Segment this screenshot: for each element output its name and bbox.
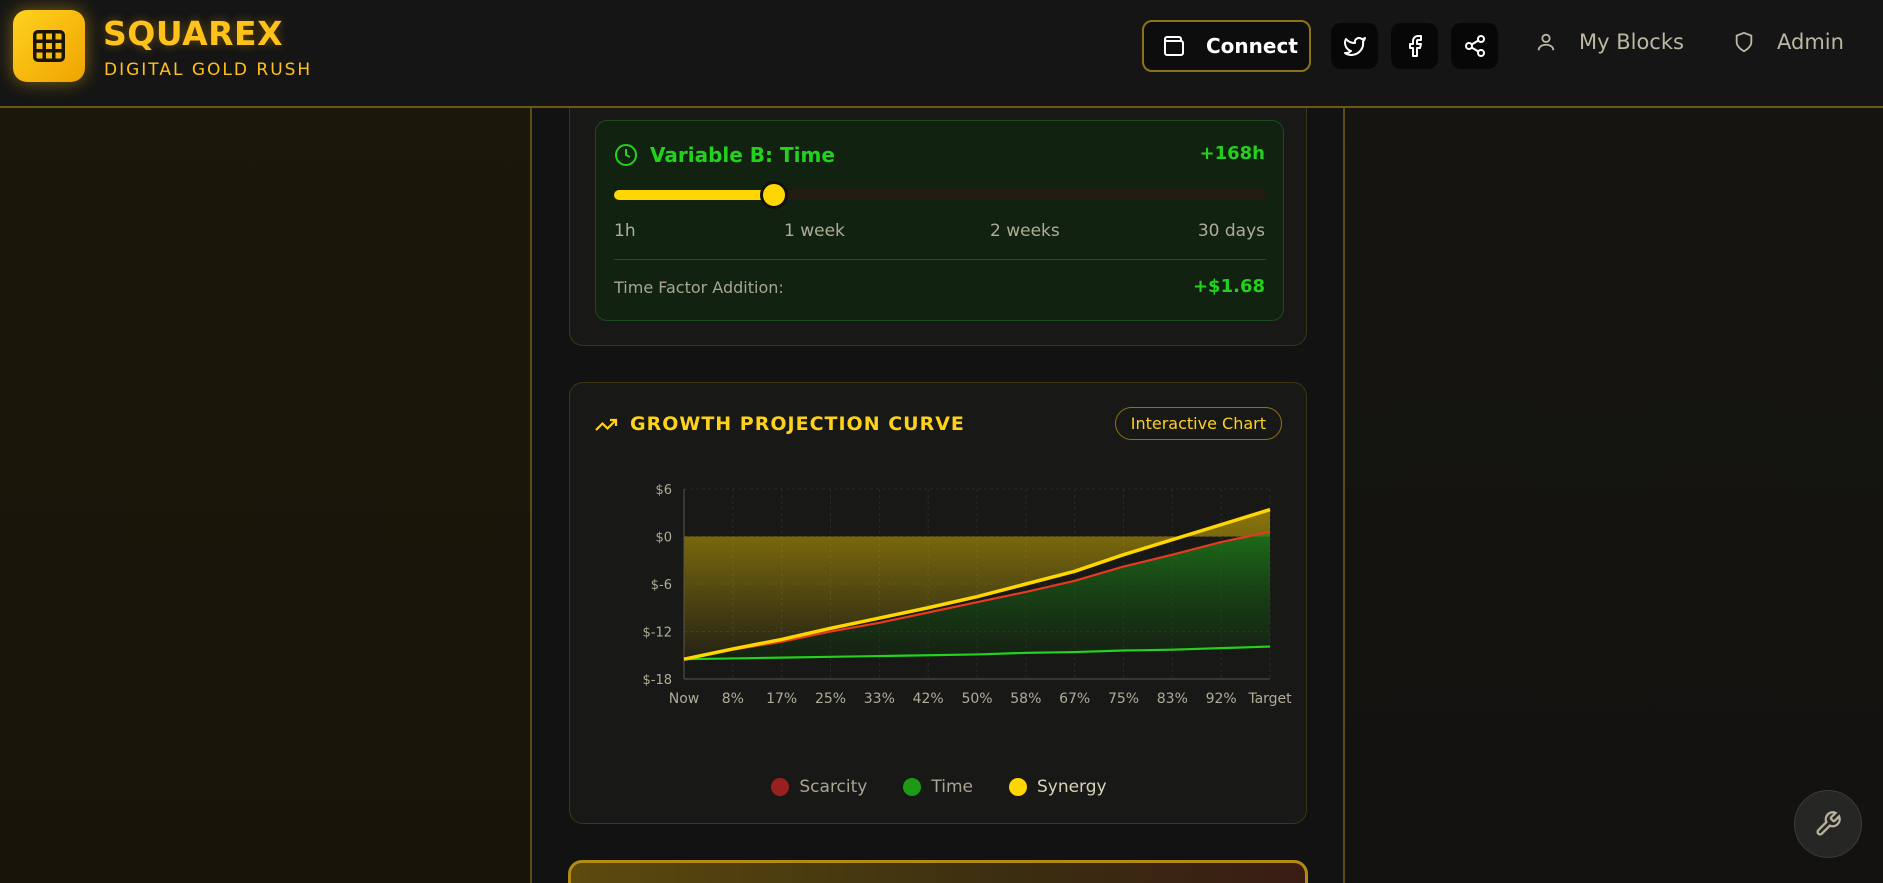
divider xyxy=(614,259,1266,260)
brand-title: SQUAREX xyxy=(103,14,284,53)
legend-label: Scarcity xyxy=(799,777,868,797)
user-icon xyxy=(1537,33,1555,51)
connect-button[interactable]: Connect xyxy=(1142,20,1311,72)
logo[interactable] xyxy=(13,10,85,82)
legend-label: Time xyxy=(931,777,973,797)
nav-admin[interactable]: Admin xyxy=(1733,30,1844,54)
slider-tick-2-weeks: 2 weeks xyxy=(990,221,1060,241)
x-tick-label: Now xyxy=(669,691,700,707)
y-tick-label: $-18 xyxy=(642,673,672,688)
nav-admin-label: Admin xyxy=(1777,30,1844,54)
time-slider-thumb[interactable] xyxy=(759,181,788,209)
grid-icon xyxy=(33,30,65,62)
background-right xyxy=(1345,0,1883,883)
share-icon xyxy=(1464,35,1485,57)
x-tick-label: 17% xyxy=(766,691,797,707)
connect-label: Connect xyxy=(1206,34,1298,58)
legend-item-time[interactable]: Time xyxy=(903,777,973,797)
x-tick-label: 33% xyxy=(864,691,895,707)
y-tick-label: $-6 xyxy=(651,578,672,593)
wallet-icon xyxy=(1164,36,1184,56)
variable-b-panel: Variable B: Time +168h 1h 1 week 2 weeks… xyxy=(595,120,1284,321)
clock-icon xyxy=(615,144,637,166)
x-tick-label: 8% xyxy=(722,691,744,707)
nav-my-blocks[interactable]: My Blocks xyxy=(1535,30,1684,54)
shield-icon xyxy=(1735,31,1753,53)
next-card xyxy=(568,860,1308,883)
y-tick-label: $0 xyxy=(655,531,672,546)
slider-tick-1h: 1h xyxy=(614,221,636,241)
variable-b-value: +168h xyxy=(1199,143,1265,164)
facebook-button[interactable] xyxy=(1391,23,1438,69)
y-tick-label: $6 xyxy=(655,483,672,498)
time-slider-fill xyxy=(614,190,774,200)
time-factor-value: +$1.68 xyxy=(1192,276,1265,297)
nav-my-blocks-label: My Blocks xyxy=(1579,30,1684,54)
interactive-chart-badge[interactable]: Interactive Chart xyxy=(1114,407,1282,440)
x-tick-label: 25% xyxy=(815,691,846,707)
top-header: SQUAREX DIGITAL GOLD RUSH Connect My Blo… xyxy=(0,0,1883,108)
legend-dot xyxy=(1008,778,1027,796)
x-tick-label: Target xyxy=(1247,691,1292,707)
x-tick-label: 92% xyxy=(1206,691,1237,707)
legend-label: Synergy xyxy=(1036,777,1107,797)
x-tick-label: 67% xyxy=(1059,691,1090,707)
time-factor-label: Time Factor Addition: xyxy=(614,278,784,297)
share-button[interactable] xyxy=(1451,23,1498,69)
chart-legend: Scarcity Time Synergy xyxy=(570,777,1308,797)
legend-item-synergy[interactable]: Synergy xyxy=(1008,777,1107,797)
twitter-icon xyxy=(1343,37,1366,56)
legend-item-scarcity[interactable]: Scarcity xyxy=(771,777,867,797)
variables-card: Variable B: Time +168h 1h 1 week 2 weeks… xyxy=(569,100,1307,346)
x-tick-label: 75% xyxy=(1108,691,1139,707)
x-tick-label: 50% xyxy=(961,691,992,707)
y-tick-label: $-12 xyxy=(642,626,672,641)
growth-projection-card: GROWTH PROJECTION CURVE Interactive Char… xyxy=(569,382,1307,824)
slider-tick-30-days: 30 days xyxy=(1197,221,1265,241)
legend-dot xyxy=(771,778,790,796)
x-tick-label: 58% xyxy=(1010,691,1041,707)
x-tick-label: 42% xyxy=(913,691,944,707)
twitter-button[interactable] xyxy=(1331,23,1378,69)
wrench-icon xyxy=(1816,811,1841,836)
trending-up-icon xyxy=(595,418,618,431)
background-left xyxy=(0,0,530,883)
variable-b-title: Variable B: Time xyxy=(650,143,835,167)
brand-subtitle: DIGITAL GOLD RUSH xyxy=(104,60,313,80)
growth-chart[interactable]: $6 $0 $-6 $-12 $-18 Now 8% 17% 25% 33% 42% 50% 58% 67… xyxy=(570,473,1308,743)
tools-button[interactable] xyxy=(1794,790,1862,858)
facebook-icon xyxy=(1408,35,1422,57)
time-slider[interactable] xyxy=(614,181,1266,209)
x-tick-label: 83% xyxy=(1157,691,1188,707)
chart-title: GROWTH PROJECTION CURVE xyxy=(630,413,965,435)
slider-tick-1-week: 1 week xyxy=(784,221,845,241)
legend-dot xyxy=(903,778,922,796)
